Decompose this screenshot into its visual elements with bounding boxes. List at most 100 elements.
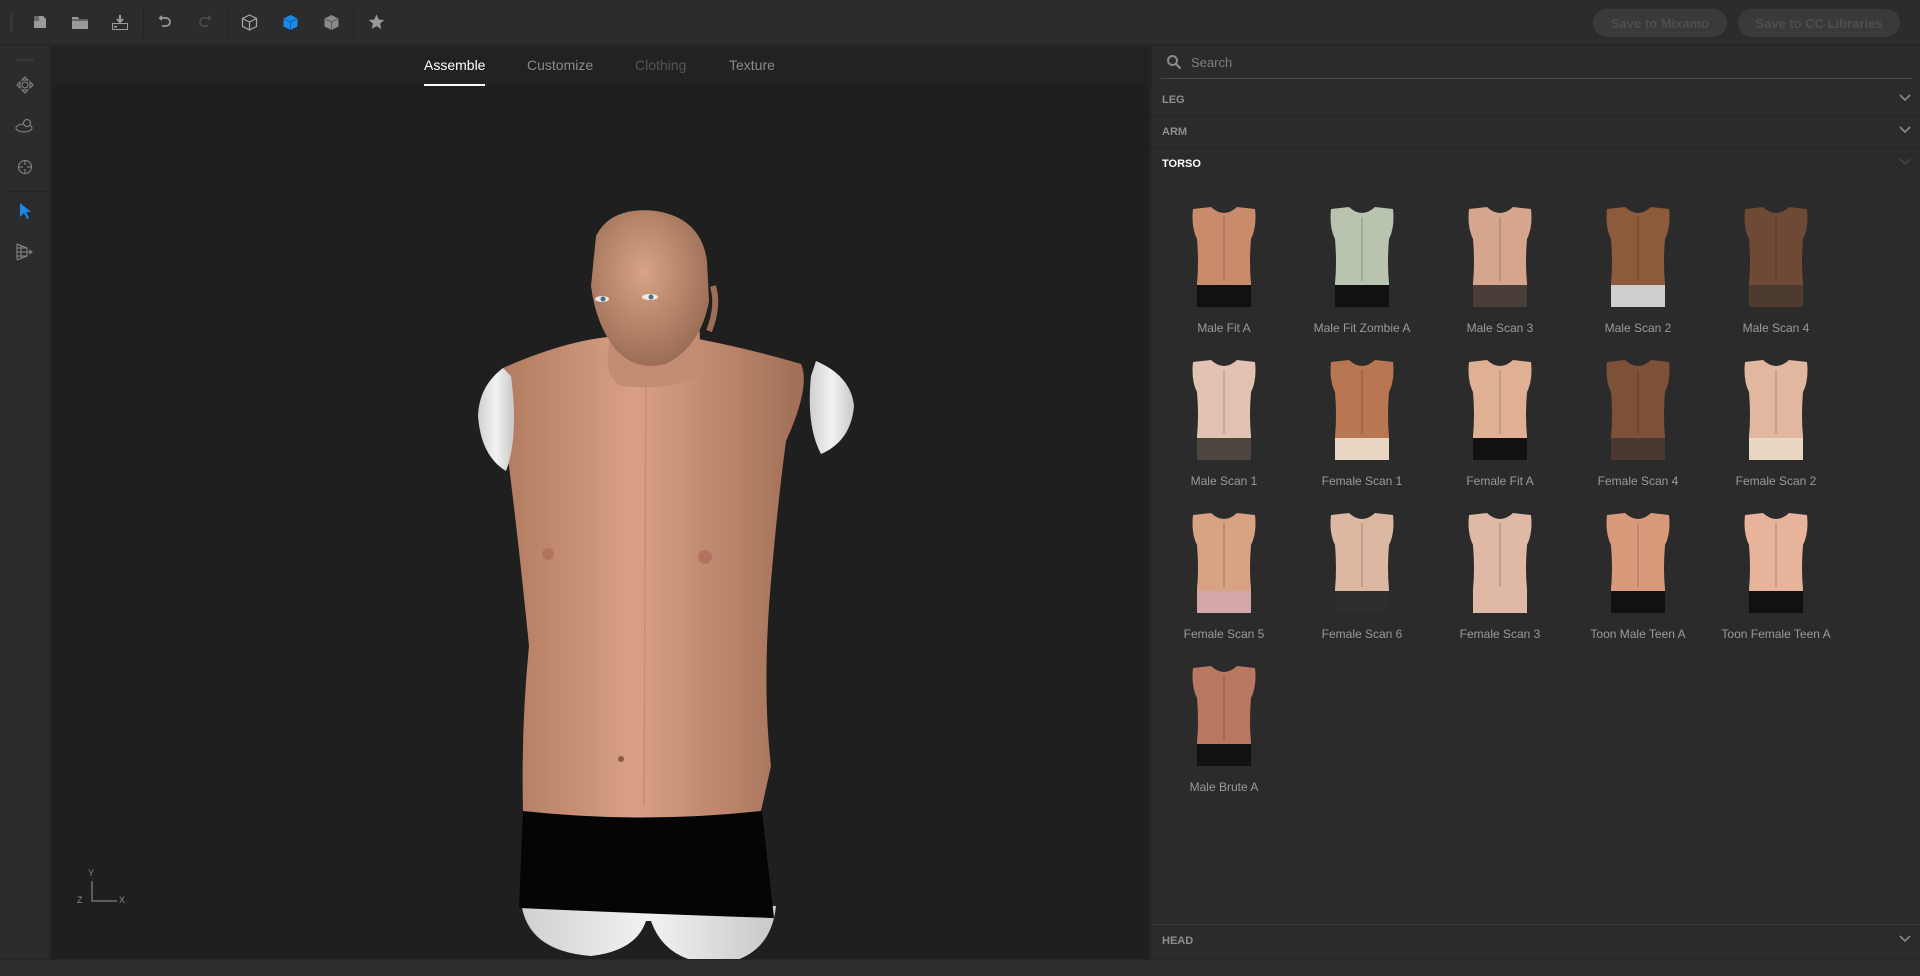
- tab-assemble[interactable]: Assemble: [424, 57, 486, 86]
- new-file-icon: [34, 16, 46, 28]
- torso-thumbnail: [1606, 513, 1670, 613]
- save-to-mixamo-button[interactable]: Save to Mixamo: [1593, 9, 1727, 37]
- mode-tabs: Assemble Customize Clothing Texture: [51, 46, 1149, 86]
- torso-item[interactable]: Female Scan 5: [1155, 509, 1293, 659]
- axis-lines: [91, 881, 117, 902]
- torso-thumbnail: [1192, 207, 1256, 307]
- torso-item-label: Male Scan 1: [1190, 474, 1258, 488]
- import-button[interactable]: [106, 9, 134, 35]
- tab-texture[interactable]: Texture: [729, 57, 775, 73]
- torso-thumbnail: [1468, 513, 1532, 613]
- section-leg[interactable]: LEG: [1151, 84, 1920, 116]
- active-tab-indicator: [424, 84, 486, 86]
- import-icon: [112, 14, 128, 30]
- toolbar-divider: [228, 8, 229, 38]
- torso-item[interactable]: Male Fit A: [1155, 203, 1293, 353]
- axis-x-label: X: [119, 895, 126, 905]
- torso-thumbnail: [1468, 360, 1532, 460]
- toolbar-grip[interactable]: [10, 13, 13, 32]
- section-torso[interactable]: TORSO: [1151, 148, 1920, 180]
- axis-gizmo: Y Z X: [77, 868, 137, 918]
- section-label: TORSO: [1162, 158, 1201, 170]
- model-shorts: [519, 803, 774, 918]
- axis-y-label: Y: [88, 868, 95, 878]
- chevron-down-icon: [1899, 158, 1911, 166]
- torso-item-label: Male Scan 2: [1604, 321, 1672, 335]
- redo-icon: [199, 15, 212, 27]
- 3d-viewport[interactable]: Assemble Customize Clothing Texture Y Z …: [51, 46, 1149, 959]
- torso-item-label: Male Scan 4: [1742, 321, 1810, 335]
- tool-rail: [0, 46, 50, 959]
- perspective-tool-button[interactable]: [11, 238, 39, 266]
- pan-tool-button[interactable]: [11, 71, 39, 99]
- torso-thumbnail: [1606, 207, 1670, 307]
- focus-tool-button[interactable]: [11, 153, 39, 181]
- torso-item[interactable]: Toon Female Teen A: [1707, 509, 1845, 659]
- character-model[interactable]: [411, 156, 891, 959]
- torso-thumbnail: [1192, 666, 1256, 766]
- rail-divider: [4, 191, 46, 192]
- model-torso: [498, 334, 804, 818]
- select-tool-button[interactable]: [11, 197, 39, 225]
- torso-item[interactable]: Male Scan 1: [1155, 356, 1293, 506]
- favorite-button[interactable]: [362, 9, 390, 35]
- torso-item-label: Female Scan 3: [1459, 627, 1541, 641]
- section-label: ARM: [1162, 126, 1188, 138]
- shaded-view-button[interactable]: [317, 9, 345, 35]
- tab-label: Assemble: [424, 57, 486, 73]
- torso-thumbnail: [1330, 360, 1394, 460]
- new-button[interactable]: [26, 9, 54, 35]
- library-panel: LEG ARM TORSO Male Fit A Male Fit Zombie …: [1150, 46, 1920, 959]
- torso-item[interactable]: Male Brute A: [1155, 662, 1293, 812]
- torso-thumbnail: [1606, 360, 1670, 460]
- orbit-tool-button[interactable]: [11, 112, 39, 140]
- search-input[interactable]: [1191, 51, 1891, 73]
- solid-view-button[interactable]: [276, 9, 304, 35]
- wireframe-view-button[interactable]: [235, 9, 263, 35]
- torso-thumbnail: [1192, 513, 1256, 613]
- torso-item-label: Female Scan 5: [1183, 627, 1265, 641]
- rail-grip[interactable]: [16, 59, 34, 61]
- section-label: HEAD: [1162, 935, 1194, 947]
- torso-thumbnail: [1744, 360, 1808, 460]
- torso-item[interactable]: Female Fit A: [1431, 356, 1569, 506]
- torso-item[interactable]: Female Scan 4: [1569, 356, 1707, 506]
- save-to-cc-libraries-button[interactable]: Save to CC Libraries: [1738, 9, 1900, 37]
- tab-clothing[interactable]: Clothing: [635, 57, 686, 73]
- search-bar: [1161, 46, 1913, 79]
- torso-item-label: Male Fit Zombie A: [1313, 321, 1411, 335]
- chevron-down-icon: [1899, 935, 1911, 943]
- perspective-icon: [16, 243, 33, 261]
- section-head[interactable]: HEAD: [1151, 924, 1920, 956]
- torso-item[interactable]: Female Scan 3: [1431, 509, 1569, 659]
- torso-item-label: Male Scan 3: [1466, 321, 1534, 335]
- torso-item[interactable]: Male Fit Zombie A: [1293, 203, 1431, 353]
- torso-thumbnail: [1192, 360, 1256, 460]
- torso-item-label: Female Scan 2: [1735, 474, 1817, 488]
- torso-thumbnail: [1330, 207, 1394, 307]
- star-icon: [368, 14, 384, 29]
- torso-item-label: Male Fit A: [1197, 321, 1251, 335]
- folder-icon: [72, 16, 88, 29]
- torso-item[interactable]: Female Scan 2: [1707, 356, 1845, 506]
- torso-item[interactable]: Male Scan 3: [1431, 203, 1569, 353]
- torso-item[interactable]: Male Scan 2: [1569, 203, 1707, 353]
- torso-item[interactable]: Male Scan 4: [1707, 203, 1845, 353]
- torso-item[interactable]: Toon Male Teen A: [1569, 509, 1707, 659]
- torso-item[interactable]: Female Scan 6: [1293, 509, 1431, 659]
- torso-item-label: Female Scan 4: [1597, 474, 1679, 488]
- section-arm[interactable]: ARM: [1151, 116, 1920, 148]
- redo-button[interactable]: [192, 9, 220, 35]
- search-icon: [1167, 55, 1182, 70]
- torso-item-label: Female Scan 1: [1321, 474, 1403, 488]
- open-button[interactable]: [66, 9, 94, 35]
- torso-item-label: Male Brute A: [1189, 780, 1259, 794]
- torso-item-label: Toon Female Teen A: [1721, 627, 1831, 641]
- torso-item-label: Female Fit A: [1466, 474, 1534, 488]
- toolbar-divider: [353, 8, 354, 38]
- tab-label: Customize: [527, 57, 594, 73]
- tab-customize[interactable]: Customize: [527, 57, 593, 73]
- toolbar-divider: [143, 8, 144, 38]
- undo-button[interactable]: [150, 9, 178, 35]
- torso-item[interactable]: Female Scan 1: [1293, 356, 1431, 506]
